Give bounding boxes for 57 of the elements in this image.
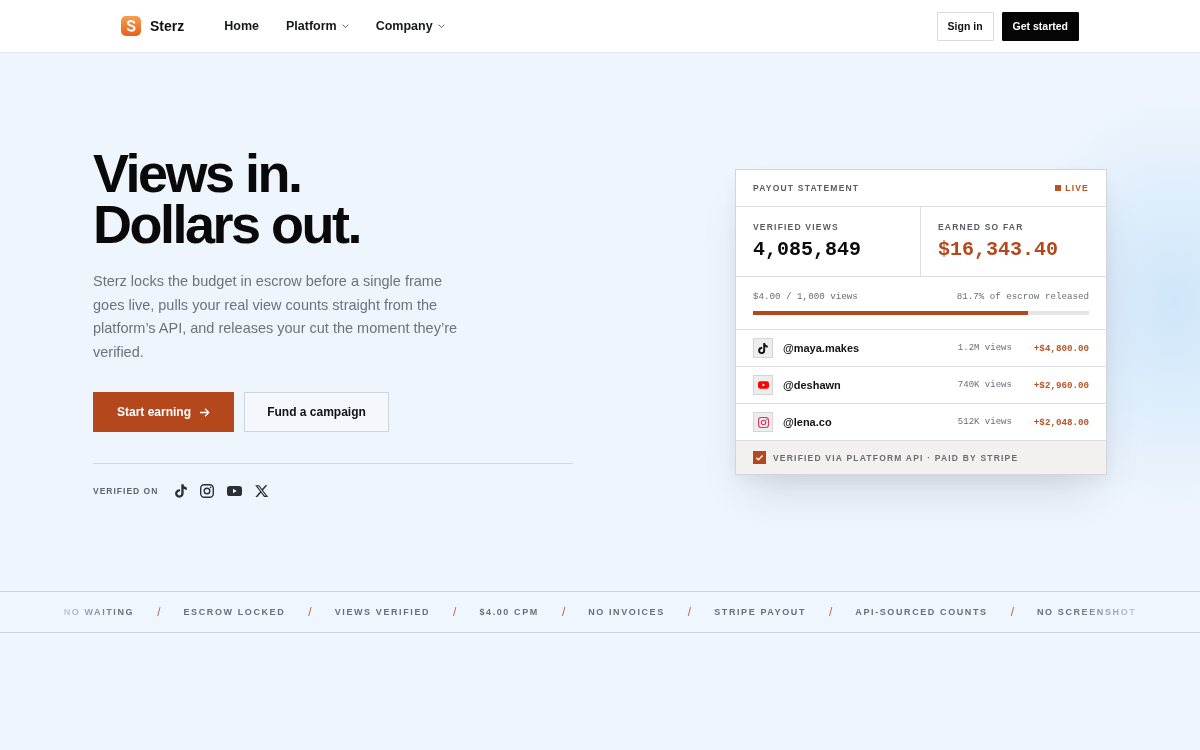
stat-label: VERIFIED VIEWS xyxy=(753,221,839,233)
ticker-item: NO SCREENSHOT xyxy=(1037,607,1137,617)
camera-logo-icon xyxy=(200,484,215,498)
play-logo-icon xyxy=(227,486,243,496)
ticker-item: NO WAITING xyxy=(63,607,135,617)
stat-value: $16,343.40 xyxy=(938,238,1059,262)
ticker-separator: / xyxy=(453,605,457,619)
creator-handle: @maya.makes xyxy=(783,342,861,354)
ticker-item: NO INVOICES xyxy=(588,607,665,617)
nav-link[interactable]: Platform xyxy=(285,19,349,33)
play-logo-icon xyxy=(753,375,773,395)
stat-label: EARNED SO FAR xyxy=(938,221,1024,233)
ticker-separator: / xyxy=(308,605,312,619)
view-count: 512K views xyxy=(957,416,1012,428)
ticker-separator: / xyxy=(1010,605,1014,619)
creator-handle: @deshawn xyxy=(783,379,842,391)
verified-on-label: VERIFIED ON xyxy=(93,486,159,496)
camera-logo-icon xyxy=(753,412,773,432)
release-text: 81.7% of escrow released xyxy=(956,291,1089,303)
chevron-down-icon xyxy=(437,23,445,29)
ticker-separator: / xyxy=(157,605,161,619)
stat-value: 4,085,849 xyxy=(753,238,862,262)
status-square-icon xyxy=(1055,185,1062,191)
view-count: 1.2M views xyxy=(957,342,1012,354)
rate-text: $4.00 / 1,000 views xyxy=(753,291,858,303)
secondary-button[interactable]: Fund a campaign xyxy=(244,392,389,432)
view-count: 740K views xyxy=(957,379,1012,391)
nav-link[interactable]: Company xyxy=(375,19,445,33)
ticker-separator: / xyxy=(687,605,692,619)
ticker-item: VIEWS VERIFIED xyxy=(334,607,431,617)
chevron-down-icon xyxy=(341,23,349,29)
verification-text: VERIFIED VIA PLATFORM API · PAID BY STRIPE xyxy=(773,451,1019,464)
payout-amount: +$2,960.00 xyxy=(1033,379,1089,391)
ticker-separator: / xyxy=(561,605,566,619)
ticker-item: $4.00 CPM xyxy=(479,607,539,617)
payout-amount: +$2,048.00 xyxy=(1033,416,1089,428)
hero-description: Sterz locks the budget in escrow before a single frame goes live, pulls your real view counts straight from the platform’s API, and releases your cut the moment they’re verified. xyxy=(93,272,459,362)
primary-button[interactable]: Start earning xyxy=(93,392,234,432)
ticker-item: API-SOURCED COUNTS xyxy=(855,607,988,617)
ticker-separator: / xyxy=(829,605,833,619)
brand-link[interactable]: Sterz xyxy=(121,16,185,36)
check-icon xyxy=(753,451,766,464)
primary-button[interactable]: Get started xyxy=(1001,11,1079,41)
logo-icon xyxy=(121,16,141,36)
nav-link[interactable]: Home xyxy=(224,19,259,33)
ticker-item: ESCROW LOCKED xyxy=(183,607,286,617)
arrow-right-icon xyxy=(200,407,210,417)
creator-handle: @lena.co xyxy=(783,416,833,428)
note-logo-icon xyxy=(753,338,773,358)
ticker-item: STRIPE PAYOUT xyxy=(714,607,806,617)
status-label: LIVE xyxy=(1065,183,1089,193)
x-logo-icon xyxy=(255,485,269,497)
hero-heading: Views in. Dollars out. xyxy=(93,148,362,250)
payout-amount: +$4,800.00 xyxy=(1033,342,1089,354)
note-logo-icon xyxy=(175,484,188,498)
card-title: PAYOUT STATEMENT xyxy=(753,182,860,194)
secondary-button[interactable]: Sign in xyxy=(936,11,994,41)
